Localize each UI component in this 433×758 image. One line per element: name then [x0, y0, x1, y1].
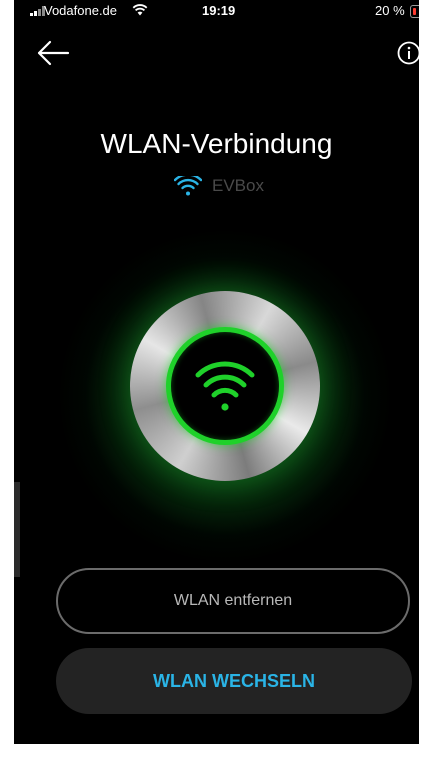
status-bar: Vodafone.de 19:19 20 %: [14, 0, 419, 22]
connected-network: EVBox: [174, 174, 264, 198]
back-arrow-icon[interactable]: [36, 38, 70, 68]
screen-edge: [14, 482, 20, 577]
network-name: EVBox: [212, 176, 264, 195]
info-circle-icon[interactable]: [397, 41, 419, 65]
status-ring-center: [166, 327, 284, 445]
wifi-icon: [195, 361, 255, 411]
battery-percentage: 20 %: [375, 3, 405, 18]
remove-wlan-button[interactable]: WLAN entfernen: [56, 568, 410, 634]
wifi-icon: [174, 176, 202, 196]
battery-level: [413, 8, 416, 15]
change-wlan-button[interactable]: WLAN WECHSELN: [56, 648, 412, 714]
app-screen: Vodafone.de 19:19 20 % WLAN-Verbindung E…: [14, 0, 419, 744]
battery-low-icon: [410, 5, 419, 18]
clock: 19:19: [202, 3, 236, 18]
wifi-icon: [132, 4, 148, 16]
carrier-name: Vodafone.de: [44, 3, 118, 18]
status-ring: [130, 291, 320, 481]
page-title: WLAN-Verbindung: [100, 128, 333, 159]
